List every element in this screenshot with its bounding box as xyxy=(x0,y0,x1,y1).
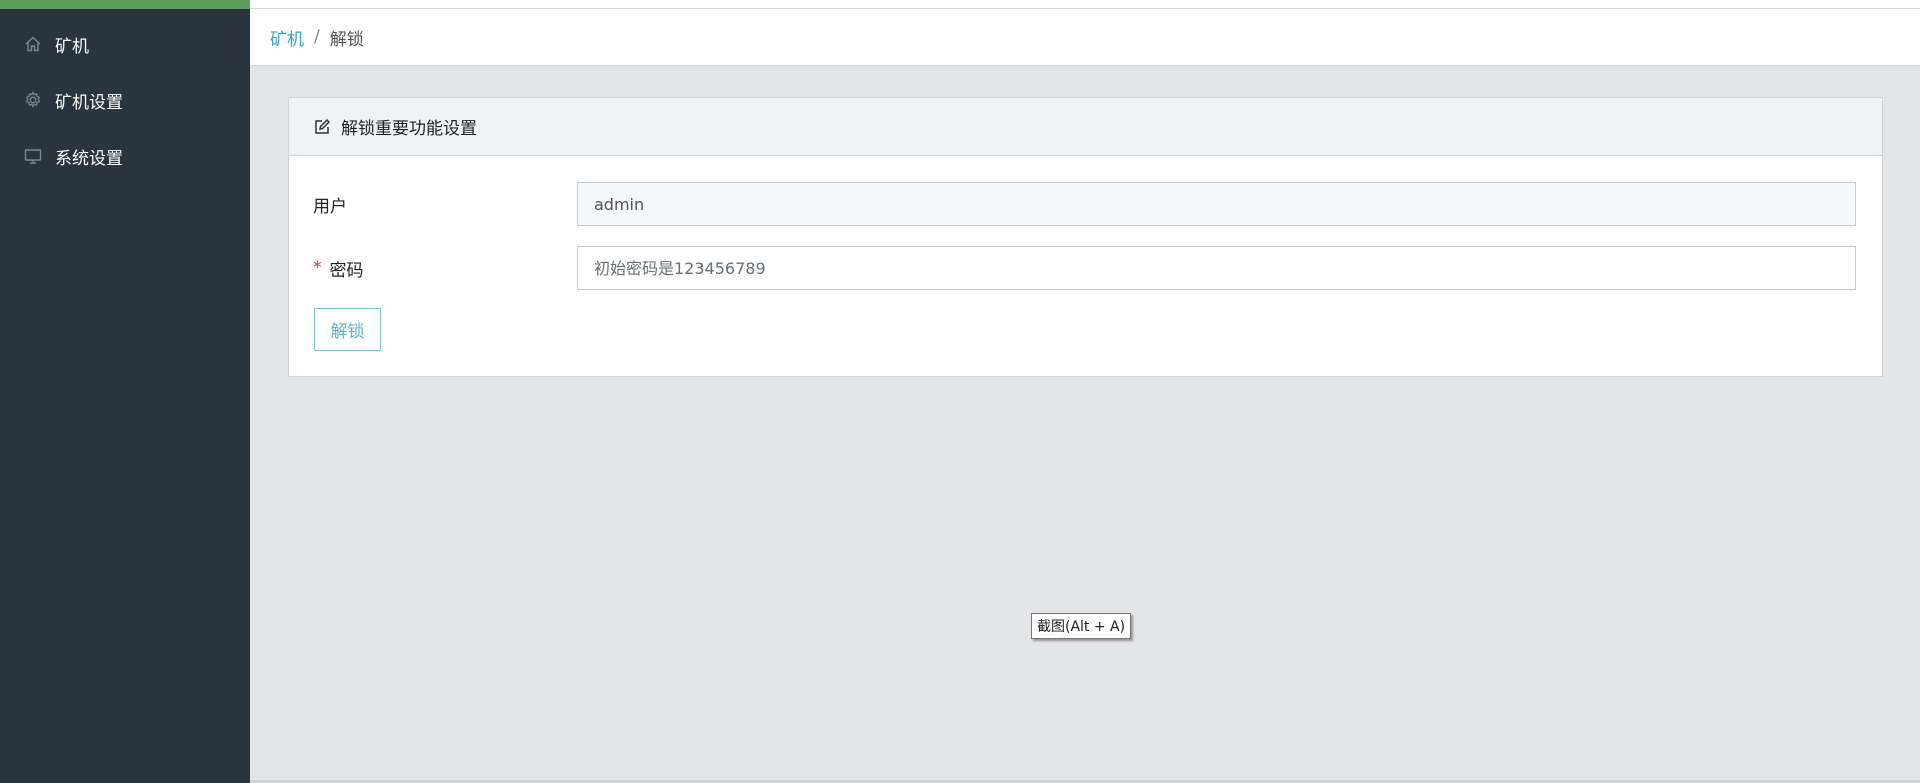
unlock-card: 解锁重要功能设置 用户 * 密码 解锁 xyxy=(288,97,1883,377)
edit-icon xyxy=(313,118,331,136)
home-icon xyxy=(23,34,43,54)
password-label: 密码 xyxy=(329,260,364,281)
required-mark: * xyxy=(313,258,322,278)
sidebar-item-miner-settings[interactable]: 矿机设置 xyxy=(0,72,250,128)
sidebar: 矿机 矿机设置 系统设置 xyxy=(0,0,250,783)
user-field[interactable] xyxy=(577,182,1856,226)
user-row: 用户 xyxy=(289,182,1882,226)
monitor-icon xyxy=(23,146,43,166)
breadcrumb: 矿机 / 解锁 xyxy=(250,9,1920,66)
sidebar-item-label: 矿机 xyxy=(55,36,89,57)
user-label: 用户 xyxy=(313,196,347,217)
password-field[interactable] xyxy=(577,246,1856,290)
sidebar-item-label: 系统设置 xyxy=(55,148,123,169)
top-strip xyxy=(250,0,1920,9)
password-row: * 密码 xyxy=(289,246,1882,290)
card-title: 解锁重要功能设置 xyxy=(341,119,477,139)
sidebar-item-label: 矿机设置 xyxy=(55,92,123,113)
card-header: 解锁重要功能设置 xyxy=(289,98,1882,156)
breadcrumb-separator: / xyxy=(314,27,320,47)
sidebar-nav: 矿机 矿机设置 系统设置 xyxy=(0,16,250,184)
breadcrumb-current: 解锁 xyxy=(329,29,364,50)
sidebar-item-system-settings[interactable]: 系统设置 xyxy=(0,128,250,184)
sidebar-accent-bar xyxy=(0,0,250,9)
sidebar-item-miner[interactable]: 矿机 xyxy=(0,16,250,72)
gear-icon xyxy=(23,90,43,110)
unlock-button[interactable]: 解锁 xyxy=(314,308,381,351)
password-label-wrap: * 密码 xyxy=(313,246,364,290)
breadcrumb-link-miner[interactable]: 矿机 xyxy=(270,25,304,50)
screenshot-tooltip: 截图(Alt + A) xyxy=(1031,613,1132,639)
